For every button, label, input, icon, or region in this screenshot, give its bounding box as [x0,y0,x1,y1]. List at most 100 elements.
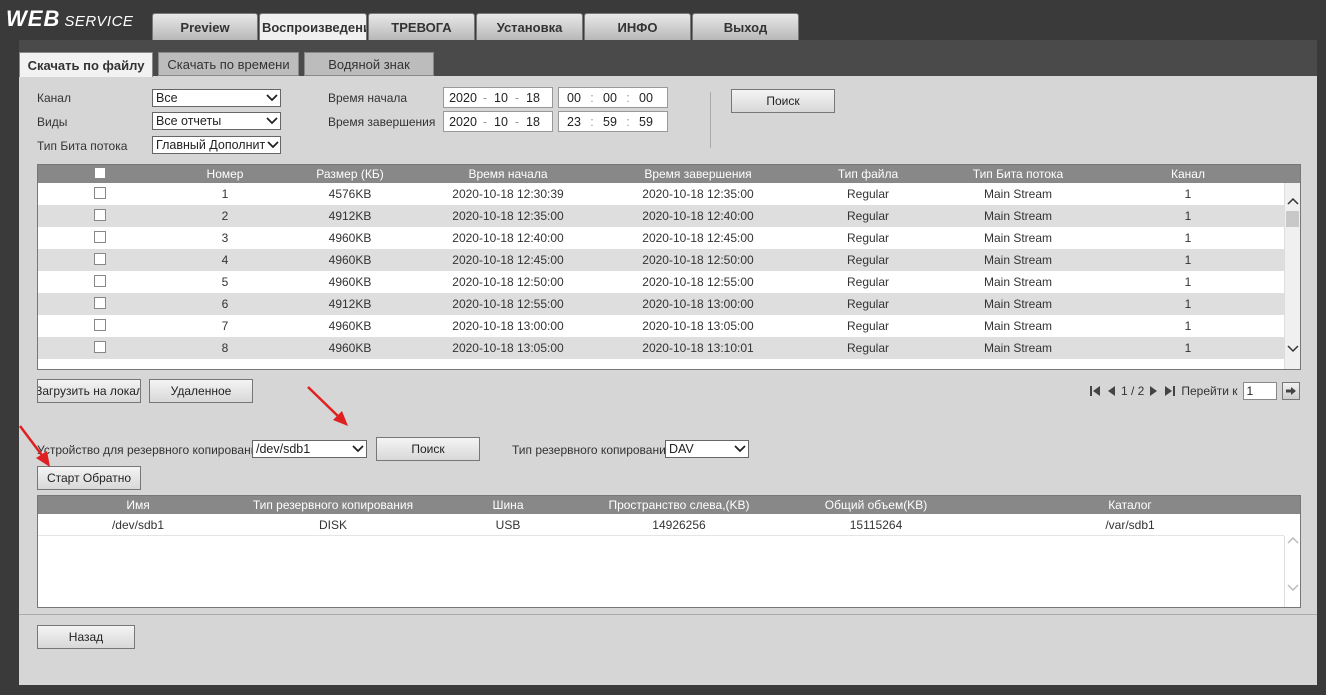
files-scrollbar[interactable] [1284,183,1300,369]
table-row[interactable]: 1 4576KB 2020-10-18 12:30:39 2020-10-18 12:… [38,183,1284,205]
start-date-input[interactable]: 2020-10-18 [443,87,553,108]
tab-setup[interactable]: Установка [476,13,583,40]
end-date-input[interactable]: 2020-10-18 [443,111,553,132]
row-checkbox[interactable] [94,209,106,221]
tab-preview[interactable]: Preview [152,13,258,40]
device-search-button[interactable]: Поиск [376,437,480,461]
subtab-download-by-file[interactable]: Скачать по файлу [19,52,153,77]
table-row[interactable]: 3 4960KB 2020-10-18 12:40:00 2020-10-18 12:… [38,227,1284,249]
start-time-input[interactable]: 00:00:00 [558,87,668,108]
files-table-header: Номер Размер (КБ) Время начала Время зав… [38,165,1300,183]
row-checkbox[interactable] [94,187,106,199]
row-checkbox[interactable] [94,341,106,353]
col-bitstream: Тип Бита потока [972,167,1064,181]
cell-file-type: Regular [846,253,890,267]
cell-size: 4960KB [328,319,372,333]
cell-file-type: Regular [846,297,890,311]
scroll-up-icon[interactable] [1287,197,1299,205]
end-time-label: Время завершения [328,115,436,129]
first-page-icon[interactable] [1089,385,1101,397]
cell-size: 4912KB [328,297,372,311]
device-row[interactable]: /dev/sdb1 DISK USB 14926256 15115264/var/sdb… [38,514,1284,536]
start-hour: 00 [567,90,581,105]
start-time-label: Время начала [328,91,408,105]
cell-start-time: 2020-10-18 13:05:00 [452,341,564,355]
backup-device-select[interactable]: /dev/sdb1 [252,440,367,458]
bitstream-select[interactable]: Главный Дополнит [152,136,281,154]
row-checkbox[interactable] [94,319,106,331]
search-button[interactable]: Поиск [731,89,835,113]
cell-number: 2 [221,209,229,223]
table-row[interactable]: 4 4960KB 2020-10-18 12:45:00 2020-10-18 12:… [38,249,1284,271]
chevron-down-icon [350,441,366,457]
tab-logout[interactable]: Выход [692,13,799,40]
table-row[interactable]: 6 4912KB 2020-10-18 12:55:00 2020-10-18 13:… [38,293,1284,315]
col-file-type: Тип файла [837,167,899,181]
backup-type-select[interactable]: DAV [665,440,749,458]
prev-page-icon[interactable] [1106,385,1116,397]
table-row[interactable]: 7 4960KB 2020-10-18 13:00:00 2020-10-18 13:… [38,315,1284,337]
goto-page-input[interactable]: 1 [1242,382,1277,400]
types-select[interactable]: Все отчеты [152,112,281,130]
cell-space-left: 14926256 [652,518,706,532]
remote-button[interactable]: Удаленное [149,379,253,403]
cell-end-time: 2020-10-18 12:35:00 [642,187,754,201]
end-second: 59 [639,114,653,129]
table-row[interactable]: 8 4960KB 2020-10-18 13:05:00 2020-10-18 13:… [38,337,1284,359]
cell-total-size: 15115264 [849,518,903,532]
last-page-icon[interactable] [1164,385,1176,397]
cell-size: 4960KB [328,341,372,355]
row-checkbox[interactable] [94,275,106,287]
footer-divider [19,614,1317,615]
subtab-download-by-time[interactable]: Скачать по времени [158,52,299,76]
start-minute: 00 [603,90,617,105]
end-hour: 23 [567,114,581,129]
cell-channel: 1 [1184,187,1192,201]
tab-alarm[interactable]: ТРЕВОГА [368,13,475,40]
backup-device-label: Устройство для резервного копирования [37,443,264,457]
channel-select[interactable]: Все [152,89,281,107]
row-checkbox[interactable] [94,253,106,265]
cell-backup-type: DISK [318,518,347,532]
cell-directory: /var/sdb1 [1105,518,1155,532]
bitstream-select-value: Главный Дополнит [156,138,266,152]
cell-end-time: 2020-10-18 13:05:00 [642,319,754,333]
cell-channel: 1 [1184,231,1192,245]
scroll-thumb[interactable] [1286,211,1299,227]
scroll-down-icon[interactable] [1287,345,1299,353]
cell-bus: USB [495,518,521,532]
next-page-icon[interactable] [1149,385,1159,397]
tab-info[interactable]: ИНФО [584,13,691,40]
row-checkbox[interactable] [94,297,106,309]
tab-playback[interactable]: Воспроизведени [259,13,367,40]
cell-end-time: 2020-10-18 13:10:01 [642,341,754,355]
scroll-up-icon[interactable] [1287,536,1299,544]
col-total-size: Общий объем(KB) [824,498,928,512]
cell-bitstream: Main Stream [983,209,1053,223]
cell-file-type: Regular [846,209,890,223]
end-month: 10 [494,114,508,129]
device-table-header: Имя Тип резервного копирования Шина Прос… [38,496,1300,514]
cell-number: 8 [221,341,229,355]
scroll-down-icon[interactable] [1287,584,1299,592]
end-time-input[interactable]: 23:59:59 [558,111,668,132]
device-scrollbar[interactable] [1284,536,1300,607]
logo-bold-text: WEB [6,6,61,31]
cell-bitstream: Main Stream [983,275,1053,289]
subtab-watermark[interactable]: Водяной знак [304,52,434,76]
cell-file-type: Regular [846,231,890,245]
end-day: 18 [526,114,540,129]
backup-device-value: /dev/sdb1 [256,442,311,456]
cell-start-time: 2020-10-18 13:00:00 [452,319,564,333]
goto-button[interactable] [1281,382,1300,400]
select-all-checkbox[interactable] [94,167,106,179]
pagination: 1 / 2 Перейти к 1 [1089,382,1300,400]
files-table: Номер Размер (КБ) Время начала Время зав… [37,164,1301,370]
table-row[interactable]: 5 4960KB 2020-10-18 12:50:00 2020-10-18 12:… [38,271,1284,293]
row-checkbox[interactable] [94,231,106,243]
chevron-down-icon [732,441,748,457]
cell-start-time: 2020-10-18 12:55:00 [452,297,564,311]
back-button[interactable]: Назад [37,625,135,649]
download-local-button[interactable]: Загрузить на локал [37,379,141,403]
table-row[interactable]: 2 4912KB 2020-10-18 12:35:00 2020-10-18 12:… [38,205,1284,227]
